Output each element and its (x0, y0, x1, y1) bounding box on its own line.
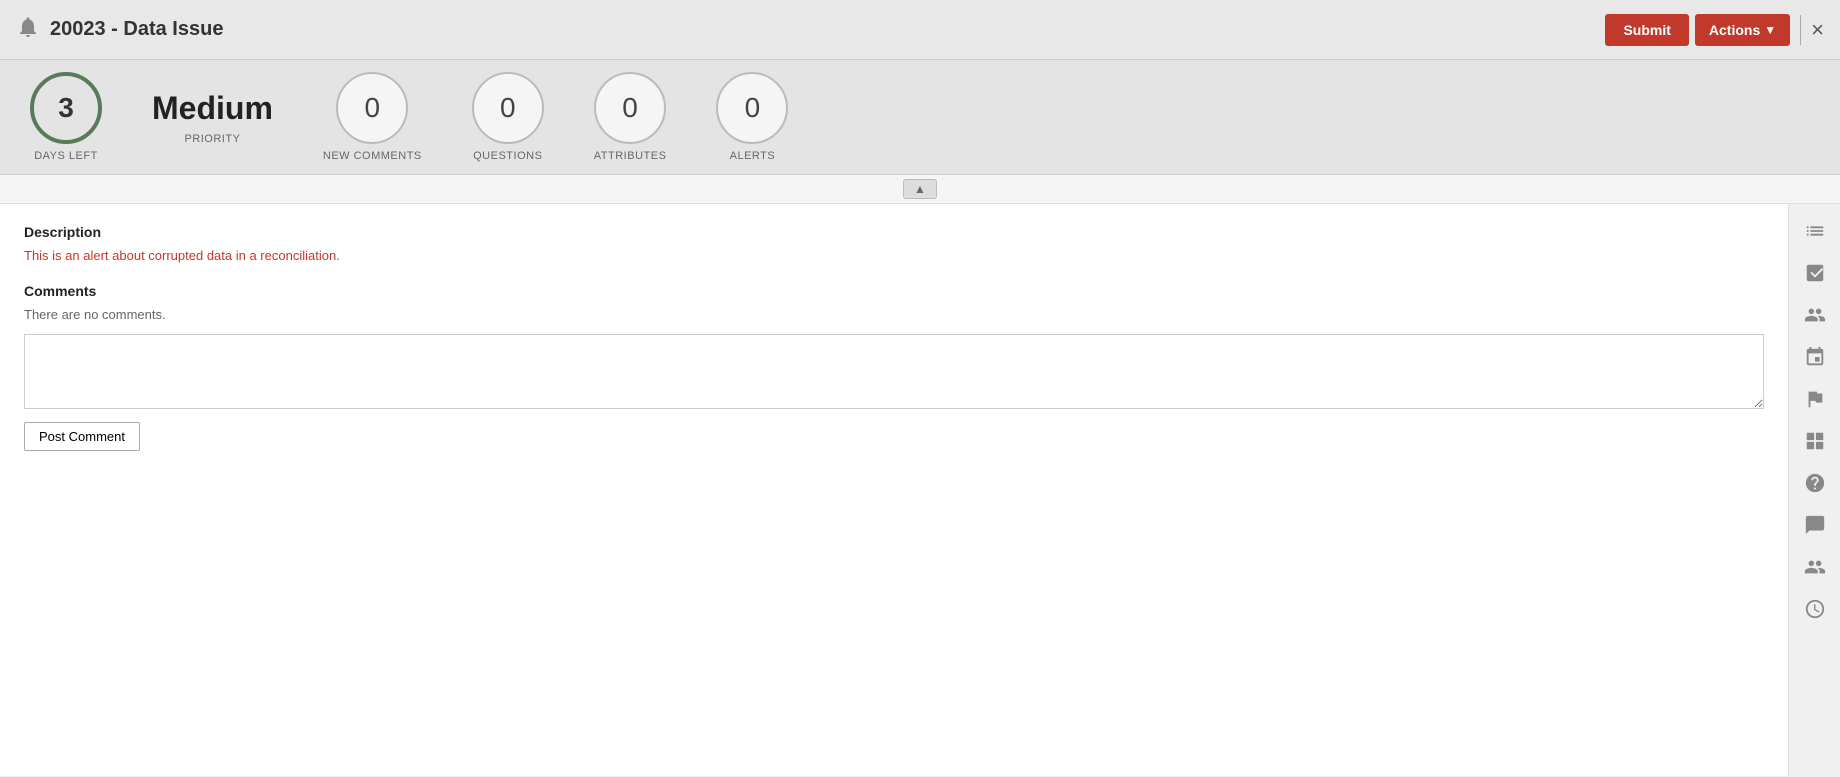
chevron-up-icon: ▲ (914, 182, 926, 196)
chevron-down-icon: ▼ (1764, 23, 1776, 37)
alerts-circle: 0 (716, 72, 788, 144)
description-section: Description This is an alert about corru… (24, 224, 1764, 263)
workflow-icon[interactable] (1795, 338, 1835, 376)
post-comment-button[interactable]: Post Comment (24, 422, 140, 451)
clock-icon[interactable] (1795, 590, 1835, 628)
questions-circle: 0 (472, 72, 544, 144)
content-area: Description This is an alert about corru… (0, 204, 1788, 776)
priority-value: Medium (152, 90, 273, 127)
collapse-row: ▲ (0, 175, 1840, 204)
question-icon[interactable] (1795, 464, 1835, 502)
collapse-button[interactable]: ▲ (903, 179, 937, 199)
comment-icon[interactable] (1795, 506, 1835, 544)
new-comments-label: NEW COMMENTS (323, 150, 422, 162)
priority-label: PRIORITY (184, 133, 240, 145)
submit-button[interactable]: Submit (1605, 14, 1688, 46)
days-left-circle: 3 (30, 72, 102, 144)
close-button[interactable]: × (1811, 17, 1824, 43)
header-left: 20023 - Data Issue (16, 15, 223, 45)
report-icon[interactable] (1795, 254, 1835, 292)
header: 20023 - Data Issue Submit Actions ▼ × (0, 0, 1840, 60)
comment-textarea[interactable] (24, 334, 1764, 409)
right-sidebar (1788, 204, 1840, 776)
description-text: This is an alert about corrupted data in… (24, 248, 1764, 263)
new-comments-stat: 0 NEW COMMENTS (323, 72, 422, 162)
questions-stat: 0 QUESTIONS (472, 72, 544, 162)
days-left-label: DAYS LEFT (34, 150, 98, 162)
comments-section: Comments There are no comments. Post Com… (24, 283, 1764, 451)
grid-icon[interactable] (1795, 422, 1835, 460)
alerts-label: ALERTS (730, 150, 776, 162)
priority-stat: Medium PRIORITY (152, 90, 273, 145)
main-layout: Description This is an alert about corru… (0, 204, 1840, 776)
people-icon[interactable] (1795, 548, 1835, 586)
bell-icon (16, 15, 40, 45)
actions-button[interactable]: Actions ▼ (1695, 14, 1790, 46)
stats-bar: 3 DAYS LEFT Medium PRIORITY 0 NEW COMMEN… (0, 60, 1840, 175)
header-right: Submit Actions ▼ × (1605, 14, 1824, 46)
attributes-circle: 0 (594, 72, 666, 144)
page-title: 20023 - Data Issue (50, 18, 223, 41)
comments-heading: Comments (24, 283, 1764, 299)
flag-icon[interactable] (1795, 380, 1835, 418)
days-left-stat: 3 DAYS LEFT (30, 72, 102, 162)
header-divider (1800, 15, 1801, 45)
users-icon[interactable] (1795, 296, 1835, 334)
new-comments-circle: 0 (336, 72, 408, 144)
description-heading: Description (24, 224, 1764, 240)
questions-label: QUESTIONS (473, 150, 542, 162)
no-comments-text: There are no comments. (24, 307, 1764, 322)
list-icon[interactable] (1795, 212, 1835, 250)
attributes-stat: 0 ATTRIBUTES (594, 72, 667, 162)
attributes-label: ATTRIBUTES (594, 150, 667, 162)
alerts-stat: 0 ALERTS (716, 72, 788, 162)
